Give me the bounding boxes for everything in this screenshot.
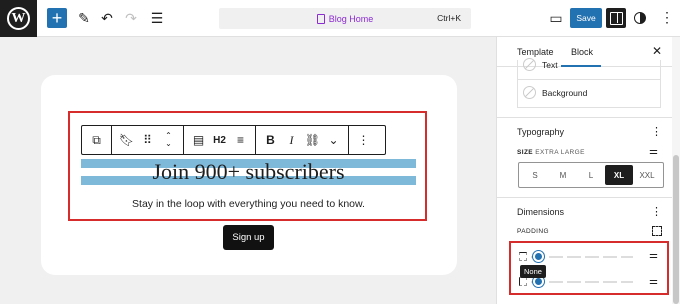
font-size-option-xl[interactable]: XL	[605, 165, 633, 185]
document-icon	[316, 13, 325, 24]
font-size-option-s[interactable]: S	[521, 165, 549, 185]
font-size-label: SIZE EXTRA LARGE	[517, 149, 585, 156]
signup-button[interactable]: Sign up	[223, 225, 274, 250]
document-title: Blog Home	[316, 13, 374, 24]
font-size-custom-icon[interactable]: ⚌	[649, 146, 658, 157]
desktop-preview-icon[interactable]: ▭	[546, 8, 566, 28]
close-icon[interactable]: ✕	[652, 44, 662, 58]
tab-block[interactable]: Block	[571, 47, 593, 57]
size-value-text: EXTRA LARGE	[535, 149, 585, 156]
padding-label: PADDING	[517, 228, 549, 235]
save-button[interactable]: Save	[570, 8, 602, 28]
divider	[497, 197, 680, 198]
sidebar-scrollbar-thumb[interactable]	[673, 155, 679, 304]
text-color-swatch-icon	[523, 58, 536, 71]
background-color-swatch-icon	[523, 86, 536, 99]
color-item-background[interactable]: Background	[523, 86, 587, 99]
font-size-picker: S M L XL XXL	[518, 162, 664, 188]
padding-link-sides-icon[interactable]	[652, 226, 662, 236]
top-toolbar: W + ✎ ↶ ↷ ☰ Blog Home Ctrl+K ▭ Save ⋮	[0, 0, 680, 37]
color-settings-list: Text Background	[517, 58, 661, 108]
dimensions-title: Dimensions	[517, 207, 565, 217]
undo-icon[interactable]: ↶	[97, 8, 117, 28]
tab-template[interactable]: Template	[517, 47, 554, 57]
typography-title: Typography	[517, 127, 565, 137]
typography-options-icon[interactable]: ⋮	[651, 125, 662, 138]
document-title-text: Blog Home	[328, 13, 374, 24]
list-view-icon[interactable]: ☰	[147, 8, 167, 28]
font-size-option-xxl[interactable]: XXL	[633, 165, 661, 185]
settings-sidebar-toggle-icon[interactable]	[606, 8, 626, 28]
color-item-text[interactable]: Text	[523, 58, 558, 71]
color-item-label: Text	[542, 59, 558, 70]
divider	[518, 79, 660, 80]
size-label-text: SIZE	[517, 149, 534, 156]
font-size-option-l[interactable]: L	[577, 165, 605, 185]
annotation-highlight-block	[68, 111, 427, 221]
add-block-button[interactable]: +	[47, 8, 67, 28]
command-shortcut: Ctrl+K	[437, 13, 461, 23]
settings-sidebar: Template Block ✕ Text Background Typogra…	[496, 37, 680, 304]
wordpress-logo-button[interactable]: W	[0, 0, 37, 37]
edit-tool-icon[interactable]: ✎	[74, 8, 94, 28]
divider	[497, 117, 680, 118]
dimensions-options-icon[interactable]: ⋮	[651, 205, 662, 218]
redo-icon[interactable]: ↷	[121, 8, 141, 28]
font-size-option-m[interactable]: M	[549, 165, 577, 185]
command-bar[interactable]: Blog Home Ctrl+K	[219, 8, 471, 29]
styles-icon[interactable]	[634, 12, 646, 24]
slider-tooltip: None	[520, 265, 546, 278]
color-item-label: Background	[542, 87, 588, 98]
wordpress-icon: W	[7, 7, 30, 30]
options-menu-icon[interactable]: ⋮	[660, 9, 674, 25]
